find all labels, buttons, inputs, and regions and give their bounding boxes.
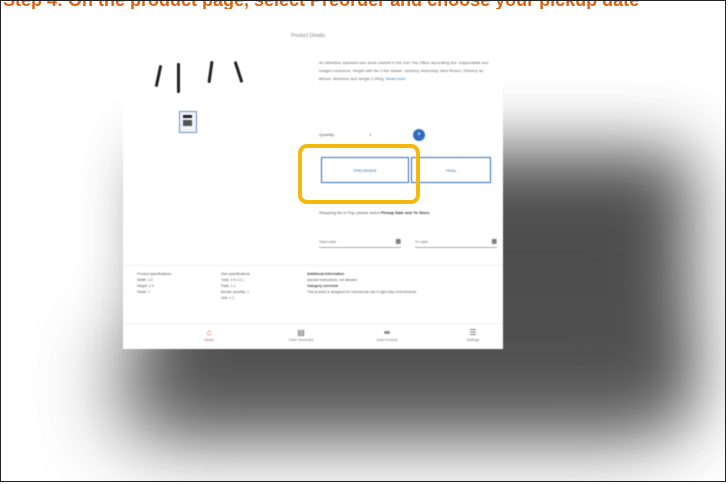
product-description: An attractive standard-size stock cabine… (319, 59, 489, 83)
nav-label: Order Summary (288, 338, 314, 342)
pickup-note-tail: and To Store. (405, 210, 431, 215)
end-date-field[interactable]: To date ▦ (415, 237, 497, 248)
product-image-strip[interactable] (207, 60, 214, 84)
product-image-gallery (153, 55, 244, 95)
section-divider (123, 265, 503, 266)
nav-item-scan-product[interactable]: ⇹ Scan Product (357, 328, 417, 342)
calendar-icon[interactable]: ▦ (491, 237, 497, 247)
home-icon: ⌂ (206, 328, 212, 337)
plus-icon[interactable]: + (413, 129, 425, 141)
product-image-strip[interactable] (177, 63, 180, 93)
page-title: Product Details (291, 33, 325, 39)
product-image-strip[interactable] (154, 64, 163, 88)
end-date-placeholder: To date (415, 239, 429, 244)
read-more-link[interactable]: Read more (386, 76, 406, 81)
bottom-navigation: ⌂ Home ▤ Order Summary ⇹ Scan Product ☰ … (123, 323, 503, 349)
spec-line: Depth: 1 (137, 290, 151, 294)
nav-label: Scan Product (376, 338, 398, 342)
document-icon: ▤ (297, 328, 305, 337)
start-date-field[interactable]: Start date ▦ (319, 237, 401, 248)
quantity-value[interactable]: 1 (369, 132, 371, 137)
nav-label: Settings (466, 338, 480, 342)
thumbnail-detail (183, 120, 192, 126)
pickup-note-text: Shopping list or Pay, please select (319, 210, 380, 215)
quantity-label: Quantity (319, 132, 334, 137)
step-caption: Step 4: On the product page, select Preo… (3, 1, 725, 9)
preorder-highlight-box (298, 144, 420, 204)
spec-line: This product is designed for commercial … (307, 290, 418, 294)
nav-item-home[interactable]: ⌂ Home (179, 328, 239, 342)
pickup-note-bold: Pickup Date (380, 210, 404, 215)
nav-item-order-summary[interactable]: ▤ Order Summary (271, 328, 331, 342)
nav-item-settings[interactable]: ☰ Settings (443, 328, 503, 342)
selected-product-thumbnail[interactable] (179, 111, 197, 133)
pickup-note: Shopping list or Pay, please select Pick… (319, 209, 499, 216)
trial-button[interactable]: TRIAL (411, 157, 491, 183)
start-date-placeholder: Start date (319, 239, 337, 244)
calendar-icon[interactable]: ▦ (395, 237, 401, 247)
menu-icon: ☰ (469, 328, 477, 337)
thumbnail-detail (183, 115, 192, 118)
nav-label: Home (204, 338, 214, 342)
screenshot-frame: Step 4: On the product page, select Preo… (0, 0, 726, 482)
scan-icon: ⇹ (383, 328, 391, 337)
spec-line: Unit: 1.1 (221, 296, 235, 300)
product-spec-column: Product specifications Width: 1.0 Height… (137, 271, 207, 295)
product-image-strip[interactable] (233, 61, 244, 83)
size-spec-column: Size specifications Total: 2.0 x 2.1 Pac… (221, 271, 291, 301)
additional-info-column: Additional Information Special Instructi… (307, 271, 497, 295)
